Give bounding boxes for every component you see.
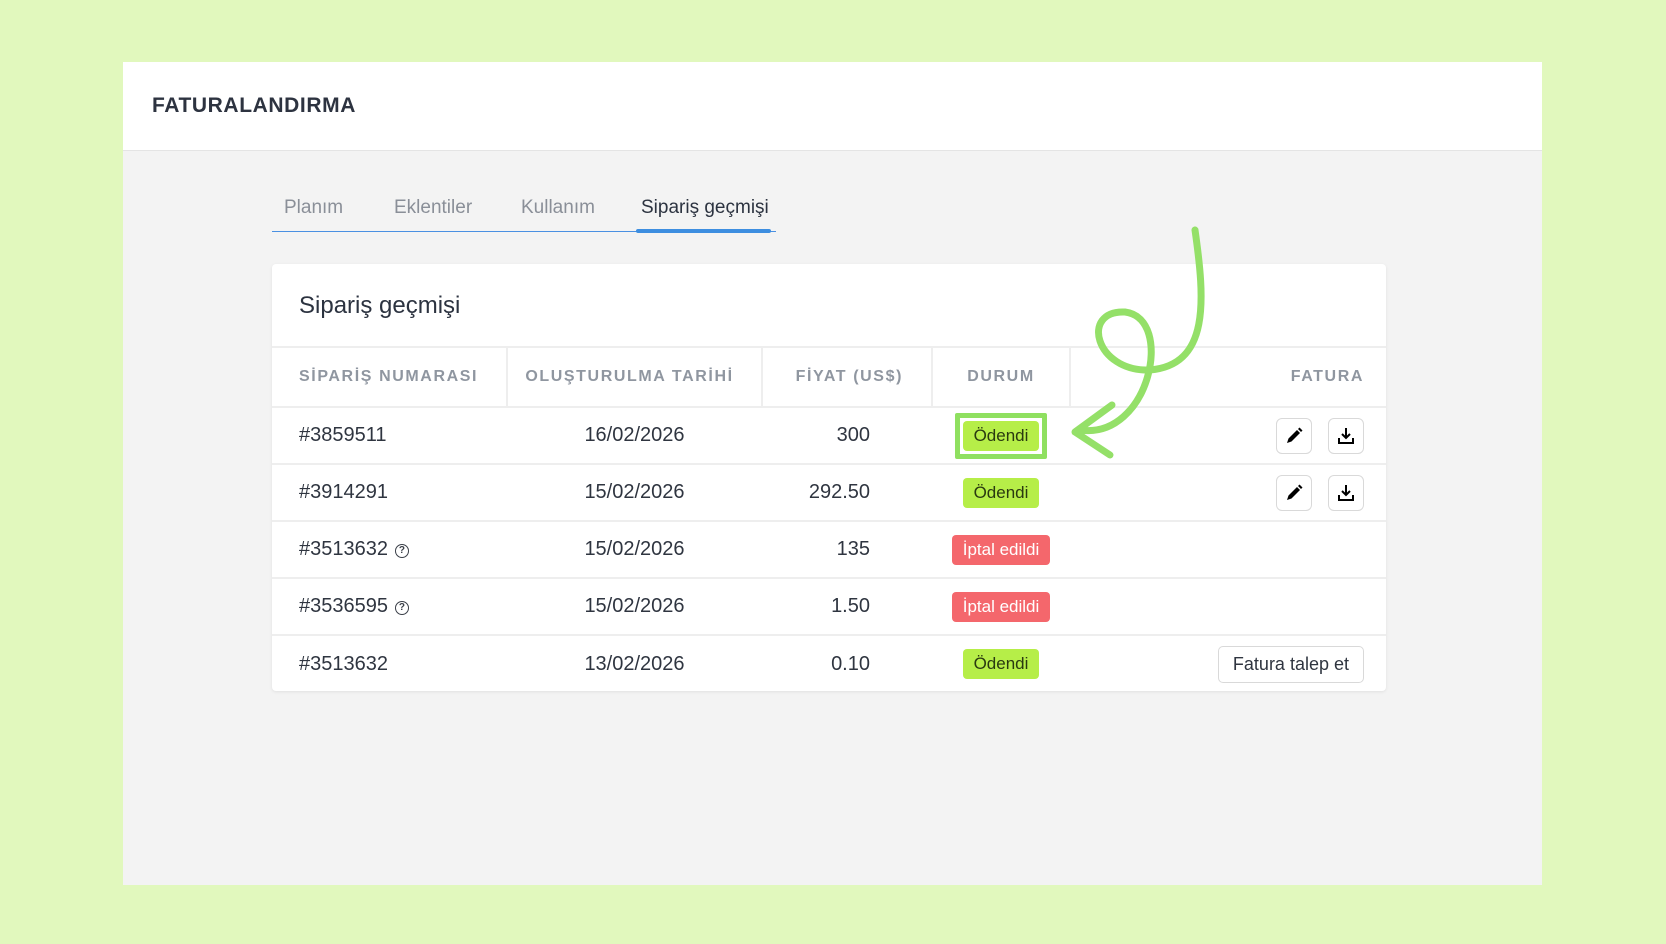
download-icon <box>1338 484 1354 501</box>
download-invoice-button[interactable] <box>1328 417 1364 454</box>
order-number-cell: #3513632? <box>272 521 507 579</box>
invoice-actions <box>1070 578 1386 636</box>
tab-bar: Planım Eklentiler Kullanım Sipariş geçmi… <box>272 185 776 233</box>
order-number-cell: #3536595? <box>272 578 507 636</box>
invoice-actions <box>1070 521 1386 579</box>
order-number: #3859511 <box>272 407 507 465</box>
question-circle-icon[interactable]: ? <box>394 601 409 615</box>
edit-invoice-button[interactable] <box>1276 417 1313 454</box>
table-row: #3914291 15/02/2026 292.50 Ödendi <box>272 464 1386 522</box>
order-date: 15/02/2026 <box>507 521 762 579</box>
order-number: #3914291 <box>272 464 507 522</box>
order-date: 16/02/2026 <box>507 407 762 465</box>
table-row: #3513632? 15/02/2026 135 İptal edildi <box>272 521 1386 579</box>
status-badge: İptal edildi <box>951 591 1051 622</box>
table-row: #3536595? 15/02/2026 1.50 İptal edildi <box>272 578 1386 636</box>
card-title: Sipariş geçmişi <box>299 292 461 319</box>
col-order-number: SİPARİŞ NUMARASI <box>272 346 508 408</box>
tab-addons[interactable]: Eklentiler <box>394 185 521 231</box>
invoice-actions <box>1070 464 1386 522</box>
tab-plan[interactable]: Planım <box>284 185 394 231</box>
download-invoice-button[interactable] <box>1328 474 1364 511</box>
order-price: 292.50 <box>762 464 932 522</box>
table-header-row: SİPARİŞ NUMARASI OLUŞTURULMA TARİHİ FİYA… <box>272 346 1386 408</box>
order-price: 0.10 <box>831 652 870 675</box>
header-bar: FATURALANDIRMA <box>123 62 1542 151</box>
status-cell: Ödendi <box>932 464 1070 522</box>
status-cell: İptal edildi <box>932 578 1070 636</box>
order-number: #3513632 <box>299 538 388 560</box>
status-cell: Ödendi <box>932 635 1070 692</box>
table-row: #3513632 13/02/2026 0.10 Ödendi Fatura t… <box>272 635 1386 692</box>
page-title: FATURALANDIRMA <box>152 94 356 117</box>
order-date: 15/02/2026 <box>507 578 762 636</box>
status-badge: Ödendi <box>962 420 1040 451</box>
col-invoice: FATURA <box>1070 346 1386 408</box>
status-cell: Ödendi <box>932 407 1070 465</box>
pencil-icon <box>1287 427 1303 443</box>
order-table: SİPARİŞ NUMARASI OLUŞTURULMA TARİHİ FİYA… <box>272 346 1386 692</box>
download-icon <box>1338 427 1354 444</box>
order-price: 1.50 <box>762 578 932 636</box>
order-price: 300 <box>762 407 932 465</box>
billing-window: FATURALANDIRMA Planım Eklentiler Kullanı… <box>123 62 1542 885</box>
tab-usage[interactable]: Kullanım <box>521 185 636 231</box>
col-price: FİYAT (US$) <box>762 346 933 408</box>
status-cell: İptal edildi <box>932 521 1070 579</box>
highlight-box: Ödendi <box>954 412 1048 459</box>
tab-order-history[interactable]: Sipariş geçmişi <box>636 185 771 233</box>
invoice-actions: Fatura talep et <box>1070 635 1386 692</box>
order-date: 15/02/2026 <box>507 464 762 522</box>
pencil-icon <box>1287 484 1303 500</box>
order-date: 13/02/2026 <box>584 652 685 675</box>
order-history-card: Sipariş geçmişi SİPARİŞ NUMARASI OLUŞTUR… <box>272 264 1386 691</box>
question-circle-icon[interactable]: ? <box>394 544 409 558</box>
edit-invoice-button[interactable] <box>1276 474 1313 511</box>
order-number: #3513632 <box>299 652 388 675</box>
col-status: DURUM <box>932 346 1071 408</box>
order-number: #3536595 <box>299 595 388 617</box>
invoice-actions <box>1070 407 1386 465</box>
status-badge: İptal edildi <box>951 534 1051 565</box>
table-row: #3859511 16/02/2026 300 Ödendi <box>272 407 1386 465</box>
status-badge: Ödendi <box>962 477 1040 508</box>
order-price: 135 <box>762 521 932 579</box>
request-invoice-button[interactable]: Fatura talep et <box>1217 645 1364 683</box>
status-badge: Ödendi <box>962 649 1040 679</box>
col-created-date: OLUŞTURULMA TARİHİ <box>507 346 763 408</box>
